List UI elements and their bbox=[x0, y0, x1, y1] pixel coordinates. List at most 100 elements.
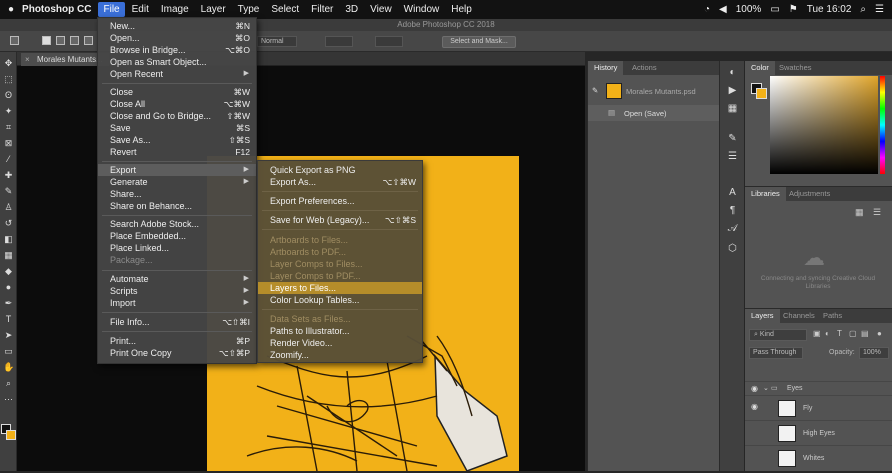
crop-tool-icon[interactable]: ⌗ bbox=[3, 122, 14, 133]
menu-item-place-embedded[interactable]: Place Embedded... bbox=[98, 230, 256, 242]
frame-tool-icon[interactable]: ⊠ bbox=[3, 138, 14, 149]
menu-edit[interactable]: Edit bbox=[132, 4, 149, 15]
submenu-item-export-preferences[interactable]: Export Preferences... bbox=[258, 195, 422, 207]
menu-image[interactable]: Image bbox=[161, 4, 189, 15]
tab-history[interactable]: History bbox=[588, 61, 624, 75]
menu-item-open-smart-object[interactable]: Open as Smart Object... bbox=[98, 56, 256, 68]
menu-item-browse-bridge[interactable]: Browse in Bridge... ⌥⌘O bbox=[98, 44, 256, 56]
menu-select[interactable]: Select bbox=[271, 4, 299, 15]
type-tool-icon[interactable]: T bbox=[3, 314, 14, 325]
color-picker-field[interactable] bbox=[770, 76, 878, 174]
menu-item-save-as[interactable]: Save As... ⇧⌘S bbox=[98, 134, 256, 146]
clone-stamp-tool-icon[interactable]: ♙ bbox=[3, 202, 14, 213]
opacity-field[interactable]: 100% bbox=[859, 347, 889, 359]
menu-item-place-linked[interactable]: Place Linked... bbox=[98, 242, 256, 254]
menu-item-save[interactable]: Save ⌘S bbox=[98, 122, 256, 134]
history-snapshot[interactable]: ✎ Morales Mutants.psd bbox=[588, 81, 719, 101]
add-selection-icon[interactable] bbox=[56, 36, 65, 45]
grid-icon[interactable]: ▦ bbox=[726, 103, 739, 115]
tab-layers[interactable]: Layers bbox=[745, 309, 780, 323]
menu-item-share-behance[interactable]: Share on Behance... bbox=[98, 200, 256, 212]
tab-color[interactable]: Color bbox=[745, 61, 775, 75]
menu-item-search-stock[interactable]: Search Adobe Stock... bbox=[98, 218, 256, 230]
menu-item-new[interactable]: New... ⌘N bbox=[98, 20, 256, 32]
document-tab[interactable]: × Morales Mutants... bbox=[21, 53, 109, 66]
adjustments-icon[interactable]: ☰ bbox=[726, 151, 739, 163]
list-view-icon[interactable]: ☰ bbox=[873, 207, 881, 218]
layer-row[interactable]: Whites bbox=[745, 445, 892, 470]
hue-slider[interactable] bbox=[880, 76, 885, 174]
submenu-item-color-lookup[interactable]: Color Lookup Tables... bbox=[258, 294, 422, 306]
menu-type[interactable]: Type bbox=[238, 4, 260, 15]
menu-item-close[interactable]: Close ⌘W bbox=[98, 86, 256, 98]
subtract-selection-icon[interactable] bbox=[70, 36, 79, 45]
brush-tool-icon[interactable]: ✎ bbox=[3, 186, 14, 197]
tab-actions[interactable]: Actions bbox=[626, 61, 663, 75]
filter-type-icon[interactable]: T bbox=[837, 329, 842, 338]
filter-shape-icon[interactable]: ▢ bbox=[849, 329, 857, 338]
color-bg-swatch[interactable] bbox=[756, 88, 767, 99]
history-brush-tool-icon[interactable]: ↺ bbox=[3, 218, 14, 229]
layer-filter-select[interactable]: ⌕ Kind bbox=[749, 329, 807, 341]
width-field[interactable] bbox=[325, 36, 353, 47]
menu-item-print[interactable]: Print... ⌘P bbox=[98, 335, 256, 347]
height-field[interactable] bbox=[375, 36, 403, 47]
tab-adjustments[interactable]: Adjustments bbox=[783, 187, 836, 201]
filter-smart-object-icon[interactable]: ▤ bbox=[861, 329, 869, 338]
select-and-mask-button[interactable]: Select and Mask... bbox=[442, 36, 516, 48]
menu-view[interactable]: View bbox=[370, 4, 392, 15]
visibility-eye-icon[interactable]: ◉ bbox=[751, 402, 758, 411]
submenu-item-paths-illustrator[interactable]: Paths to Illustrator... bbox=[258, 325, 422, 337]
menu-item-open-recent[interactable]: Open Recent ▶ bbox=[98, 68, 256, 80]
menu-help[interactable]: Help bbox=[451, 4, 472, 15]
grid-view-icon[interactable]: ▦ bbox=[855, 207, 864, 218]
zoom-tool-icon[interactable]: ⌕ bbox=[3, 378, 14, 389]
wifi-icon[interactable]: ◔ bbox=[704, 4, 710, 15]
lasso-tool-icon[interactable]: ʘ bbox=[3, 90, 14, 101]
submenu-item-zoomify[interactable]: Zoomify... bbox=[258, 349, 422, 361]
search-icon[interactable]: ⌕ bbox=[860, 4, 866, 15]
menu-item-revert[interactable]: Revert F12 bbox=[98, 146, 256, 158]
menu-item-export[interactable]: Export ▶ bbox=[98, 164, 256, 176]
submenu-item-render-video[interactable]: Render Video... bbox=[258, 337, 422, 349]
blend-mode-select[interactable]: Pass Through bbox=[749, 347, 803, 359]
menu-3d[interactable]: 3D bbox=[345, 4, 358, 15]
character-icon[interactable]: A bbox=[726, 187, 739, 199]
tab-libraries[interactable]: Libraries bbox=[745, 187, 786, 201]
history-state[interactable]: ▤ Open (Save) bbox=[588, 105, 719, 121]
menu-item-close-go-bridge[interactable]: Close and Go to Bridge... ⇧⌘W bbox=[98, 110, 256, 122]
filter-adjustment-icon[interactable]: ◐ bbox=[825, 329, 830, 338]
play-actions-icon[interactable]: ▶ bbox=[726, 85, 739, 97]
close-tab-icon[interactable]: × bbox=[25, 53, 30, 66]
move-tool-icon[interactable]: ✥ bbox=[3, 58, 14, 69]
path-selection-tool-icon[interactable]: ➤ bbox=[3, 330, 14, 341]
hand-tool-icon[interactable]: ✋ bbox=[3, 362, 14, 373]
more-tools-icon[interactable]: ⋯ bbox=[3, 394, 14, 405]
eyedropper-tool-icon[interactable]: ⁄ bbox=[3, 154, 14, 165]
background-color-swatch[interactable] bbox=[6, 430, 16, 440]
menu-item-close-all[interactable]: Close All ⌥⌘W bbox=[98, 98, 256, 110]
submenu-item-export-as[interactable]: Export As... ⌥⇧⌘W bbox=[258, 176, 422, 188]
menu-file[interactable]: File bbox=[98, 2, 125, 17]
menu-item-generate[interactable]: Generate ▶ bbox=[98, 176, 256, 188]
apple-icon[interactable]: ● bbox=[8, 4, 14, 15]
pen-tool-icon[interactable]: ✒ bbox=[3, 298, 14, 309]
visibility-eye-icon[interactable]: ◉ bbox=[751, 384, 758, 393]
new-selection-icon[interactable] bbox=[42, 36, 51, 45]
brush-settings-icon[interactable]: ✎ bbox=[726, 133, 739, 145]
menu-item-scripts[interactable]: Scripts ▶ bbox=[98, 285, 256, 297]
filter-toggle-icon[interactable]: ● bbox=[877, 329, 882, 338]
volume-icon[interactable]: ◀ bbox=[719, 4, 727, 15]
menu-item-automate[interactable]: Automate ▶ bbox=[98, 273, 256, 285]
app-menu[interactable]: Photoshop CC bbox=[22, 4, 91, 15]
menu-item-open[interactable]: Open... ⌘O bbox=[98, 32, 256, 44]
menu-item-print-one-copy[interactable]: Print One Copy ⌥⇧⌘P bbox=[98, 347, 256, 359]
magic-wand-tool-icon[interactable]: ✦ bbox=[3, 106, 14, 117]
marquee-preset-icon[interactable] bbox=[10, 36, 19, 45]
layer-row[interactable]: High Eyes bbox=[745, 420, 892, 445]
eraser-tool-icon[interactable]: ◧ bbox=[3, 234, 14, 245]
color-panel-icon[interactable]: ◐ bbox=[726, 67, 739, 79]
submenu-item-layers-to-files[interactable]: Layers to Files... bbox=[258, 282, 422, 294]
gradient-tool-icon[interactable]: ▦ bbox=[3, 250, 14, 261]
layer-group-row[interactable]: ◉ ⌄ ▭ Eyes bbox=[745, 381, 892, 395]
